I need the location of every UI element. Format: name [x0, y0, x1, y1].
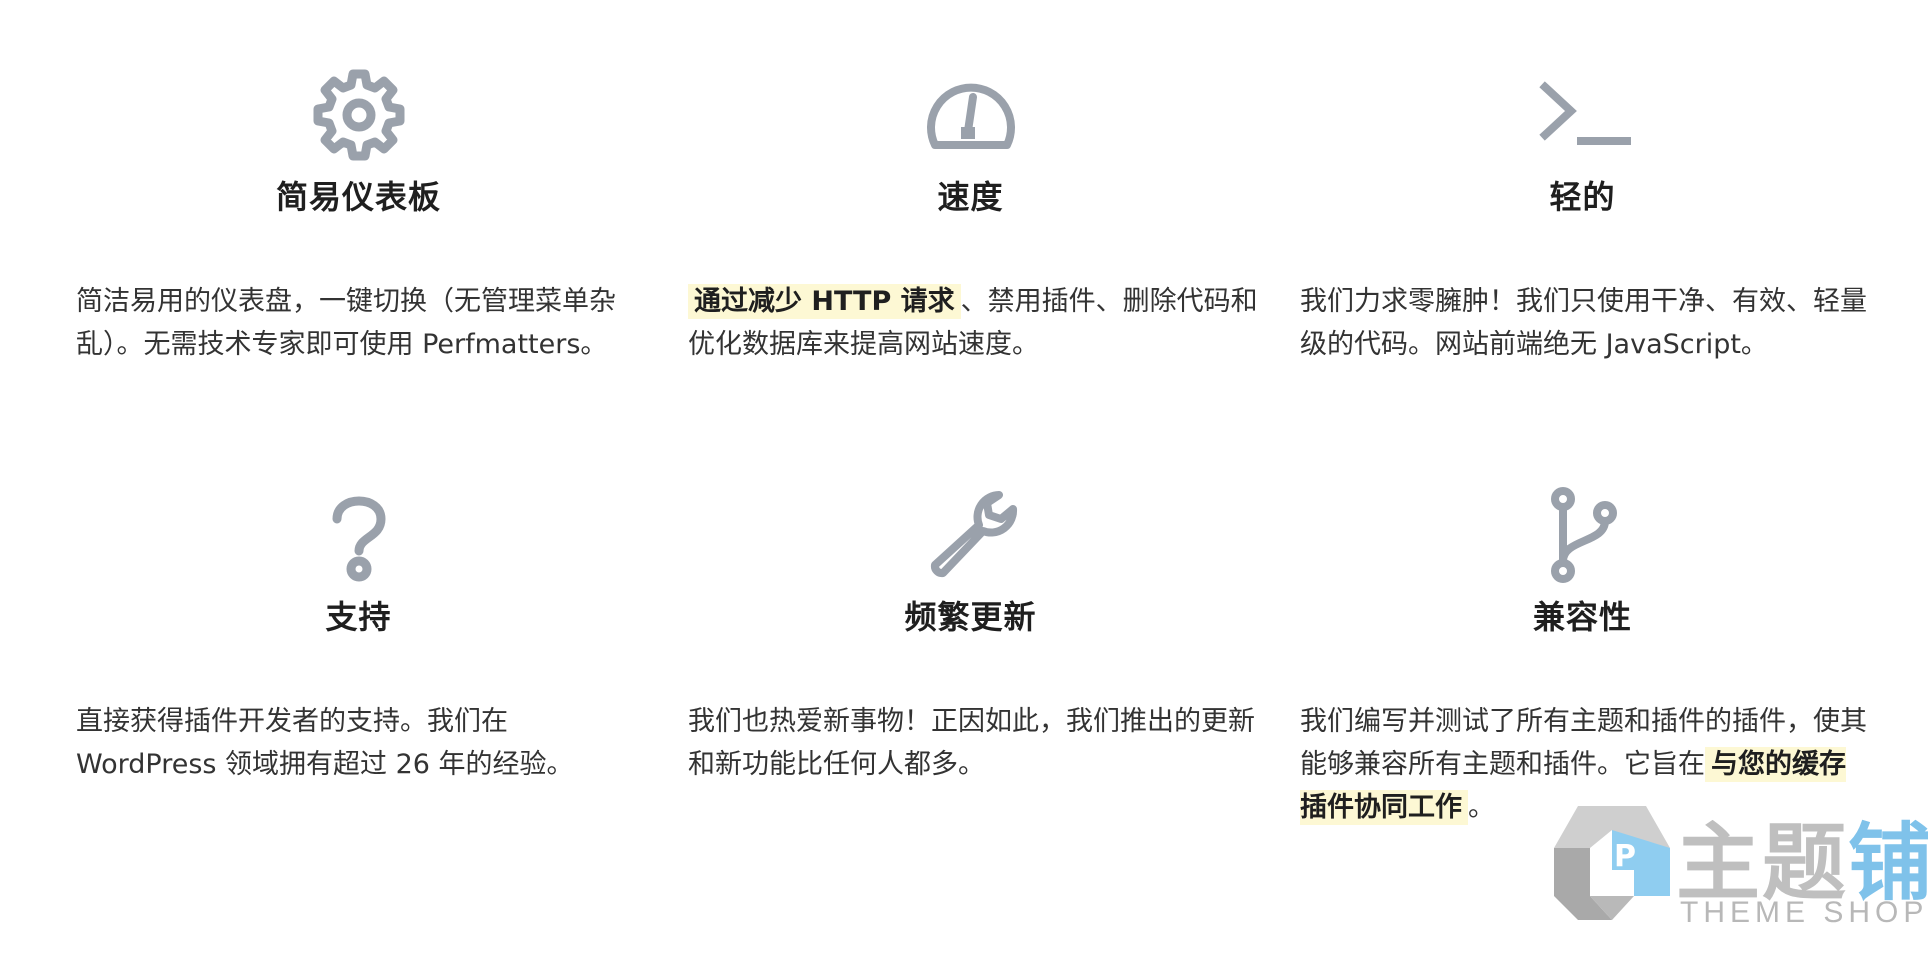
feature-card-lightweight: 轻的 我们力求零臃肿！我们只使用干净、有效、轻量级的代码。网站前端绝无 Java… [1300, 60, 1876, 480]
terminal-icon [1538, 81, 1631, 145]
feature-description-suffix: 。 [1468, 792, 1495, 823]
feature-description: 直接获得插件开发者的支持。我们在 WordPress 领域拥有超过 26 年的经… [76, 700, 646, 786]
feature-card-support: 支持 直接获得插件开发者的支持。我们在 WordPress 领域拥有超过 26 … [76, 480, 688, 900]
feature-title: 频繁更新 [904, 598, 1037, 636]
feature-description: 通过减少 HTTP 请求 、禁用插件、删除代码和优化数据库来提高网站速度。 [688, 280, 1258, 366]
feature-description: 简洁易用的仪表盘，一键切换（无管理菜单杂乱）。无需技术专家即可使用 Perfma… [76, 280, 646, 366]
feature-title: 简易仪表板 [275, 178, 441, 216]
gear-icon [313, 69, 404, 161]
feature-description-text: 简洁易用的仪表盘，一键切换（无管理菜单杂乱）。无需技术专家即可使用 Perfma… [76, 286, 616, 360]
feature-title: 速度 [937, 178, 1004, 216]
feature-card-dashboard: 简易仪表板 简洁易用的仪表盘，一键切换（无管理菜单杂乱）。无需技术专家即可使用 … [76, 60, 688, 480]
feature-title: 兼容性 [1532, 598, 1632, 636]
feature-title: 轻的 [1549, 178, 1616, 216]
features-grid: 简易仪表板 简洁易用的仪表盘，一键切换（无管理菜单杂乱）。无需技术专家即可使用 … [76, 60, 1876, 900]
git-branch-icon [1550, 487, 1617, 583]
feature-description-text: 直接获得插件开发者的支持。我们在 WordPress 领域拥有超过 26 年的经… [76, 706, 574, 780]
feature-description: 我们力求零臃肿！我们只使用干净、有效、轻量级的代码。网站前端绝无 JavaScr… [1300, 280, 1870, 366]
feature-description: 我们也热爱新事物！正因如此，我们推出的更新和新功能比任何人都多。 [688, 700, 1258, 786]
speedometer-icon [926, 83, 1015, 149]
watermark: P 主题铺 THEME SHOP [1548, 796, 1928, 946]
watermark-subtitle: THEME SHOP [1680, 896, 1928, 929]
question-mark-icon [332, 496, 385, 582]
feature-title: 支持 [325, 598, 392, 636]
feature-description-text: 我们也热爱新事物！正因如此，我们推出的更新和新功能比任何人都多。 [688, 706, 1255, 780]
svg-text:P: P [1614, 839, 1636, 874]
feature-highlight: 通过减少 HTTP 请求 [688, 284, 961, 319]
feature-card-updates: 频繁更新 我们也热爱新事物！正因如此，我们推出的更新和新功能比任何人都多。 [688, 480, 1300, 900]
wrench-icon [930, 491, 1017, 578]
feature-description-text: 我们力求零臃肿！我们只使用干净、有效、轻量级的代码。网站前端绝无 JavaScr… [1300, 286, 1867, 360]
feature-card-speed: 速度 通过减少 HTTP 请求 、禁用插件、删除代码和优化数据库来提高网站速度。 [688, 60, 1300, 480]
theme-shop-logo-icon: P [1554, 806, 1670, 920]
